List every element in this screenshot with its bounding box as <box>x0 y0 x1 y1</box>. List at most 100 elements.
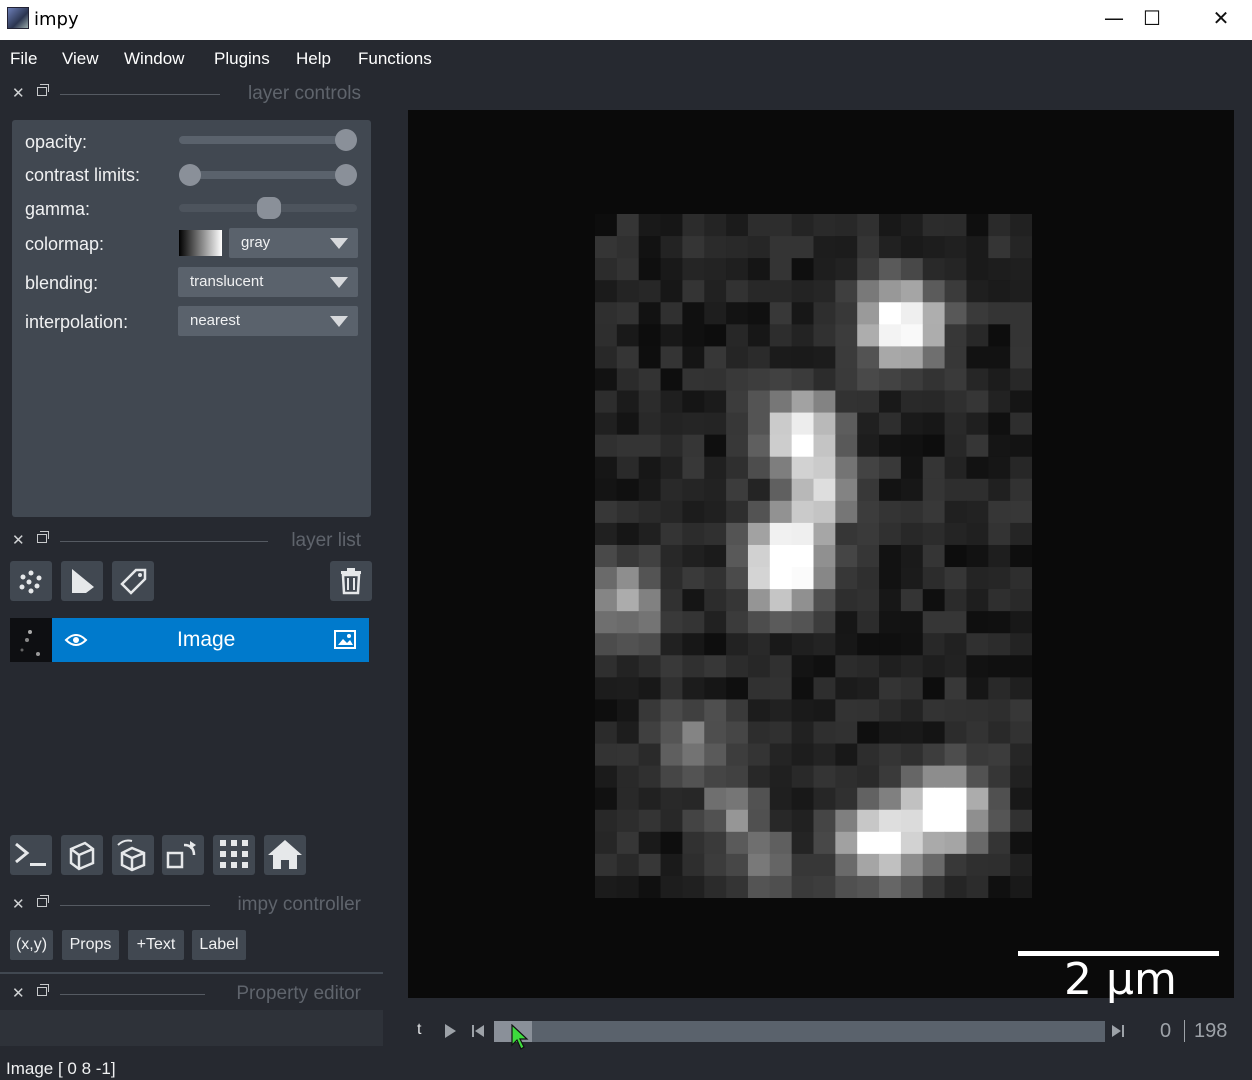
current-frame: 0 <box>1160 1020 1172 1042</box>
status-bar: Image [ 0 8 -1] <box>0 1054 1252 1080</box>
transpose-icon <box>166 841 196 869</box>
blending-dropdown[interactable]: translucent <box>178 267 358 297</box>
ndisplay-button[interactable] <box>61 835 103 875</box>
roll-dims-button[interactable] <box>112 835 154 875</box>
interpolation-value: nearest <box>190 312 241 329</box>
interpolation-label: interpolation: <box>25 312 129 332</box>
skip-back-icon[interactable] <box>470 1022 486 1040</box>
dims-slider-row: t 0 198 <box>408 1012 1234 1050</box>
app-icon <box>7 7 29 29</box>
new-shapes-layer-button[interactable] <box>61 561 103 601</box>
mouse-cursor-icon <box>511 1024 529 1050</box>
impy-controller-dock-title: ✕ impy controller <box>0 894 383 916</box>
time-slider-track[interactable] <box>494 1021 1105 1042</box>
play-icon[interactable] <box>442 1022 458 1040</box>
shapes-icon <box>72 569 94 593</box>
delete-layer-button[interactable] <box>330 561 372 601</box>
layer-row-image[interactable]: Image <box>10 618 369 662</box>
xy-button[interactable]: (x,y) <box>10 930 53 960</box>
tag-icon <box>120 568 147 595</box>
status-text: Image [ 0 8 -1] <box>6 1059 116 1078</box>
float-dock-icon[interactable] <box>37 984 49 996</box>
skip-forward-icon[interactable] <box>1110 1022 1126 1040</box>
points-icon <box>19 570 42 594</box>
trash-icon <box>341 568 361 595</box>
contrast-high-handle[interactable] <box>335 164 357 186</box>
image-layer-icon <box>334 630 356 649</box>
close-dock-icon[interactable]: ✕ <box>12 531 25 549</box>
axis-label: t <box>417 1021 422 1038</box>
opacity-slider-handle[interactable] <box>335 129 357 151</box>
float-dock-icon[interactable] <box>37 84 49 96</box>
menu-functions[interactable]: Functions <box>358 49 432 69</box>
eye-icon[interactable] <box>64 631 88 649</box>
menu-file[interactable]: File <box>10 49 37 69</box>
menu-bar: File View Window Plugins Help Functions <box>0 40 1252 76</box>
colormap-dropdown[interactable]: gray <box>229 228 358 258</box>
gamma-slider-handle[interactable] <box>257 197 281 219</box>
close-dock-icon[interactable]: ✕ <box>12 984 25 1002</box>
colormap-label: colormap: <box>25 234 105 254</box>
frame-separator <box>1184 1020 1185 1042</box>
colormap-swatch <box>179 230 222 256</box>
float-dock-icon[interactable] <box>37 895 49 907</box>
opacity-label: opacity: <box>25 132 88 152</box>
dock-title-divider <box>60 994 205 995</box>
property-editor-panel <box>0 1010 383 1046</box>
grid-view-button[interactable] <box>213 835 255 875</box>
property-editor-title: Property editor <box>236 983 361 1004</box>
console-button[interactable] <box>10 835 52 875</box>
title-bar: impy — ☐ ✕ <box>0 0 1252 40</box>
label-button[interactable]: Label <box>192 930 246 960</box>
blending-value: translucent <box>190 273 264 290</box>
close-dock-icon[interactable]: ✕ <box>12 895 25 913</box>
layer-controls-title: layer controls <box>248 83 361 104</box>
contrast-low-handle[interactable] <box>179 164 201 186</box>
layer-thumbnail <box>10 618 52 662</box>
microscopy-image <box>595 214 1032 898</box>
menu-window[interactable]: Window <box>124 49 184 69</box>
layer-name: Image <box>177 628 236 651</box>
impy-controller-title: impy controller <box>237 894 361 915</box>
layer-list-dock-title: ✕ layer list <box>0 530 383 552</box>
property-editor-dock-title: ✕ Property editor <box>0 983 383 1005</box>
add-text-button[interactable]: +Text <box>128 930 184 960</box>
chevron-down-icon <box>330 277 348 288</box>
opacity-slider[interactable] <box>179 136 357 144</box>
blending-label: blending: <box>25 273 99 293</box>
dock-title-divider <box>60 905 210 906</box>
colormap-value: gray <box>241 234 271 251</box>
grid-icon <box>220 840 248 868</box>
window-title: impy <box>34 9 79 30</box>
layer-controls-dock-title: ✕ layer controls <box>0 83 383 105</box>
scale-bar-label: 2 μm <box>1064 954 1177 1005</box>
dock-title-divider <box>60 541 268 542</box>
maximize-button[interactable]: ☐ <box>1122 0 1182 38</box>
close-dock-icon[interactable]: ✕ <box>12 84 25 102</box>
chevron-down-icon <box>330 238 348 249</box>
layer-list-title: layer list <box>291 530 361 551</box>
menu-help[interactable]: Help <box>296 49 331 69</box>
interpolation-dropdown[interactable]: nearest <box>178 306 358 336</box>
menu-plugins[interactable]: Plugins <box>214 49 270 69</box>
cube-3d-icon <box>69 841 95 871</box>
dock-title-divider <box>60 94 220 95</box>
cube-rotate-icon <box>117 839 146 872</box>
contrast-limits-label: contrast limits: <box>25 165 141 185</box>
new-labels-layer-button[interactable] <box>112 561 154 601</box>
gamma-label: gamma: <box>25 199 91 219</box>
viewer-canvas[interactable]: 2 μm <box>408 110 1234 1005</box>
contrast-limits-slider[interactable] <box>179 171 357 179</box>
reset-view-button[interactable] <box>264 835 306 875</box>
close-button[interactable]: ✕ <box>1191 0 1251 38</box>
new-points-layer-button[interactable] <box>10 561 52 601</box>
float-dock-icon[interactable] <box>37 531 49 543</box>
dock-separator <box>0 972 383 974</box>
menu-view[interactable]: View <box>62 49 99 69</box>
console-icon <box>15 842 46 866</box>
transpose-dims-button[interactable] <box>162 835 204 875</box>
layer-controls-panel: opacity: contrast limits: gamma: colorma… <box>12 120 371 517</box>
props-button[interactable]: Props <box>62 930 119 960</box>
chevron-down-icon <box>330 316 348 327</box>
max-frame: 198 <box>1194 1020 1228 1042</box>
